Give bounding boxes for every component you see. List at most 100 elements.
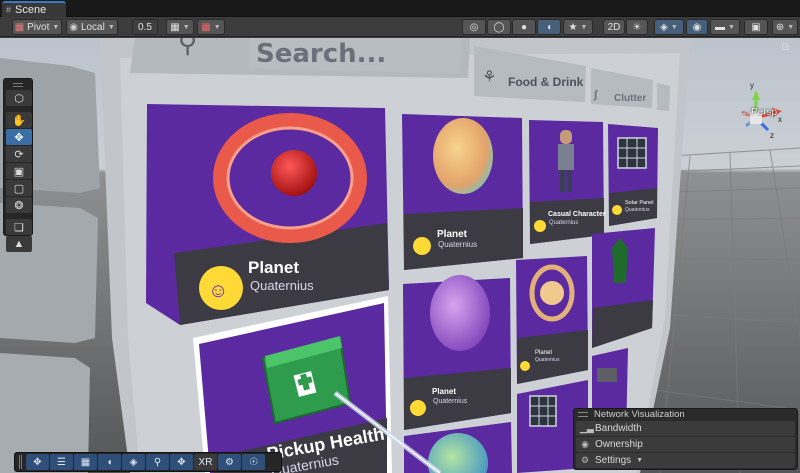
- lighting-toggle[interactable]: ☀: [626, 19, 648, 35]
- overlay-toolbar: ✥ ☰ ▦ ◖ ◈ ⚲ ✥ XR ⚙ ☉: [14, 452, 282, 472]
- perspective-label[interactable]: ←Persp: [741, 107, 777, 118]
- category-clutter: Clutter: [614, 93, 646, 104]
- rect-icon: ▢: [13, 182, 25, 195]
- lock-icon[interactable]: ⊟: [781, 42, 789, 53]
- debug-button[interactable]: ★ ▼: [563, 19, 593, 35]
- chevron-down-icon: ▼: [52, 23, 60, 31]
- scale-tool-button[interactable]: ▣: [6, 163, 32, 179]
- pivot-dropdown[interactable]: ▦ Pivot ▼: [12, 19, 62, 35]
- grid-icon: #: [6, 4, 12, 15]
- svg-text:x: x: [778, 115, 782, 124]
- ownership-toggle[interactable]: ◉ Ownership: [576, 437, 795, 452]
- search-icon: ⚲: [153, 456, 162, 468]
- tab-strip: # Scene: [0, 0, 800, 17]
- network-visualization-panel: Network Visualization ▁▃ Bandwidth ◉ Own…: [573, 408, 798, 470]
- bandwidth-toggle[interactable]: ▁▃ Bandwidth: [576, 421, 795, 436]
- card-4-title: Solar Panel: [625, 200, 653, 206]
- network-panel-header[interactable]: Network Visualization: [574, 409, 797, 420]
- eye-icon: ◉: [692, 21, 702, 33]
- snap-value: 0.5: [138, 21, 152, 33]
- moon-icon: ◖: [106, 456, 113, 468]
- camera-dropdown[interactable]: ▬ ▼: [710, 19, 740, 35]
- overlay-search-button[interactable]: ⚲: [146, 454, 169, 470]
- overlay-move-button[interactable]: ✥: [26, 454, 49, 470]
- card-4-author: Quaternius: [625, 207, 650, 213]
- bar-chart-icon: ▁▃: [580, 423, 594, 433]
- card-2-title: Planet: [437, 229, 468, 240]
- move-icon: ✥: [177, 456, 186, 468]
- search-icon: ⚲: [178, 38, 197, 58]
- lightbulb-icon: ☀: [632, 21, 642, 33]
- chevron-down-icon: ▼: [670, 23, 678, 31]
- overlay-layout-button[interactable]: ▦: [74, 454, 97, 470]
- fork-icon: ⚘: [482, 69, 496, 86]
- box-icon: ❏: [14, 221, 24, 234]
- overlay-sliders-button[interactable]: ☰: [50, 454, 73, 470]
- chevron-down-icon: ▼: [580, 23, 588, 31]
- overlay-camera-button[interactable]: ⚙: [218, 454, 241, 470]
- gear-icon: ⚙: [580, 455, 590, 465]
- transform-icon: ❂: [14, 199, 24, 212]
- 2d-label: 2D: [607, 21, 621, 33]
- overlay-grip[interactable]: [19, 455, 25, 469]
- grid-snap-button[interactable]: ▦ ▼: [166, 19, 194, 35]
- overlay-xr-button[interactable]: XR: [194, 454, 217, 470]
- category-food-drink: Food & Drink: [508, 75, 584, 89]
- bandwidth-label: Bandwidth: [595, 423, 642, 434]
- bug-icon: ★: [568, 21, 578, 33]
- rotate-icon: ⟳: [14, 148, 24, 161]
- local-icon: ◉: [69, 21, 78, 33]
- settings-label: Settings: [595, 455, 632, 466]
- local-label: Local: [80, 21, 105, 33]
- card-3-author: Quaternius: [549, 220, 578, 226]
- 2d-toggle-button[interactable]: 2D: [603, 19, 625, 35]
- wireframe-button[interactable]: ◯: [487, 19, 511, 35]
- terrain-tool-button[interactable]: ▲: [6, 236, 32, 252]
- view-tool-button[interactable]: ⬡: [6, 90, 32, 106]
- cube-icon: ⬡: [14, 92, 24, 105]
- chevron-down-icon: ▼: [728, 23, 735, 31]
- transform-tool-button[interactable]: ❂: [6, 197, 32, 213]
- pivot-label: Pivot: [27, 21, 50, 33]
- shaded-button[interactable]: ●: [512, 19, 536, 35]
- overlay-compass-button[interactable]: ☉: [242, 454, 265, 470]
- moon-icon: ◖: [545, 21, 553, 33]
- effects-dropdown[interactable]: ◈ ▼: [654, 19, 684, 35]
- rotate-tool-button[interactable]: ⟳: [6, 146, 32, 162]
- hand-tool-button[interactable]: ✋: [6, 112, 32, 128]
- local-dropdown[interactable]: ◉ Local ▼: [66, 19, 118, 35]
- snap-value-field[interactable]: 0.5: [132, 19, 158, 35]
- grid-visibility-button[interactable]: ▦ ▼: [197, 19, 225, 35]
- overlay-layers-button[interactable]: ◈: [122, 454, 145, 470]
- camera-icon: ▬: [715, 21, 726, 33]
- custom-tool-button[interactable]: ❏: [6, 219, 32, 235]
- card-1-title: Planet: [248, 258, 299, 277]
- overlay-move-alt-button[interactable]: ✥: [170, 454, 193, 470]
- tab-scene[interactable]: # Scene: [2, 1, 66, 17]
- draw-mode-button[interactable]: ◎: [462, 19, 486, 35]
- card-1-author: Quaternius: [250, 278, 314, 293]
- card-6-author: Quaternius: [535, 357, 560, 363]
- grid-icon: ▦: [170, 21, 180, 33]
- pivot-icon: ▦: [14, 21, 25, 33]
- camera-icon: ⚙: [225, 456, 234, 468]
- scene-toolbar: ▦ Pivot ▼ ◉ Local ▼ 0.5 ▦ ▼ ▦ ▼ ◎ ◯ ● ◖ …: [0, 17, 800, 37]
- rect-tool-button[interactable]: ▢: [6, 180, 32, 196]
- layers-icon: ◈: [660, 21, 668, 33]
- shaded-wireframe-button[interactable]: ◖: [537, 19, 561, 35]
- palette-grip[interactable]: [5, 80, 31, 89]
- visibility-toggle[interactable]: ◉: [686, 19, 708, 35]
- wireframe-icon: ◯: [493, 21, 505, 33]
- card-5-title: Planet: [432, 387, 456, 396]
- chevron-down-icon: ▼: [636, 457, 644, 464]
- overlay-dropdown[interactable]: ⊕ ▼: [772, 19, 798, 35]
- move-tool-button[interactable]: ✥: [6, 129, 32, 145]
- compass-icon: ☉: [249, 456, 258, 468]
- gizmos-dropdown[interactable]: ▣: [744, 19, 768, 35]
- search-placeholder: Search...: [256, 39, 386, 69]
- overlay-shading-button[interactable]: ◖: [98, 454, 121, 470]
- move-icon: ✥: [33, 456, 42, 468]
- settings-dropdown[interactable]: ⚙ Settings ▼: [576, 453, 795, 468]
- card-3-title: Casual Character: [548, 211, 606, 218]
- ownership-label: Ownership: [595, 439, 643, 450]
